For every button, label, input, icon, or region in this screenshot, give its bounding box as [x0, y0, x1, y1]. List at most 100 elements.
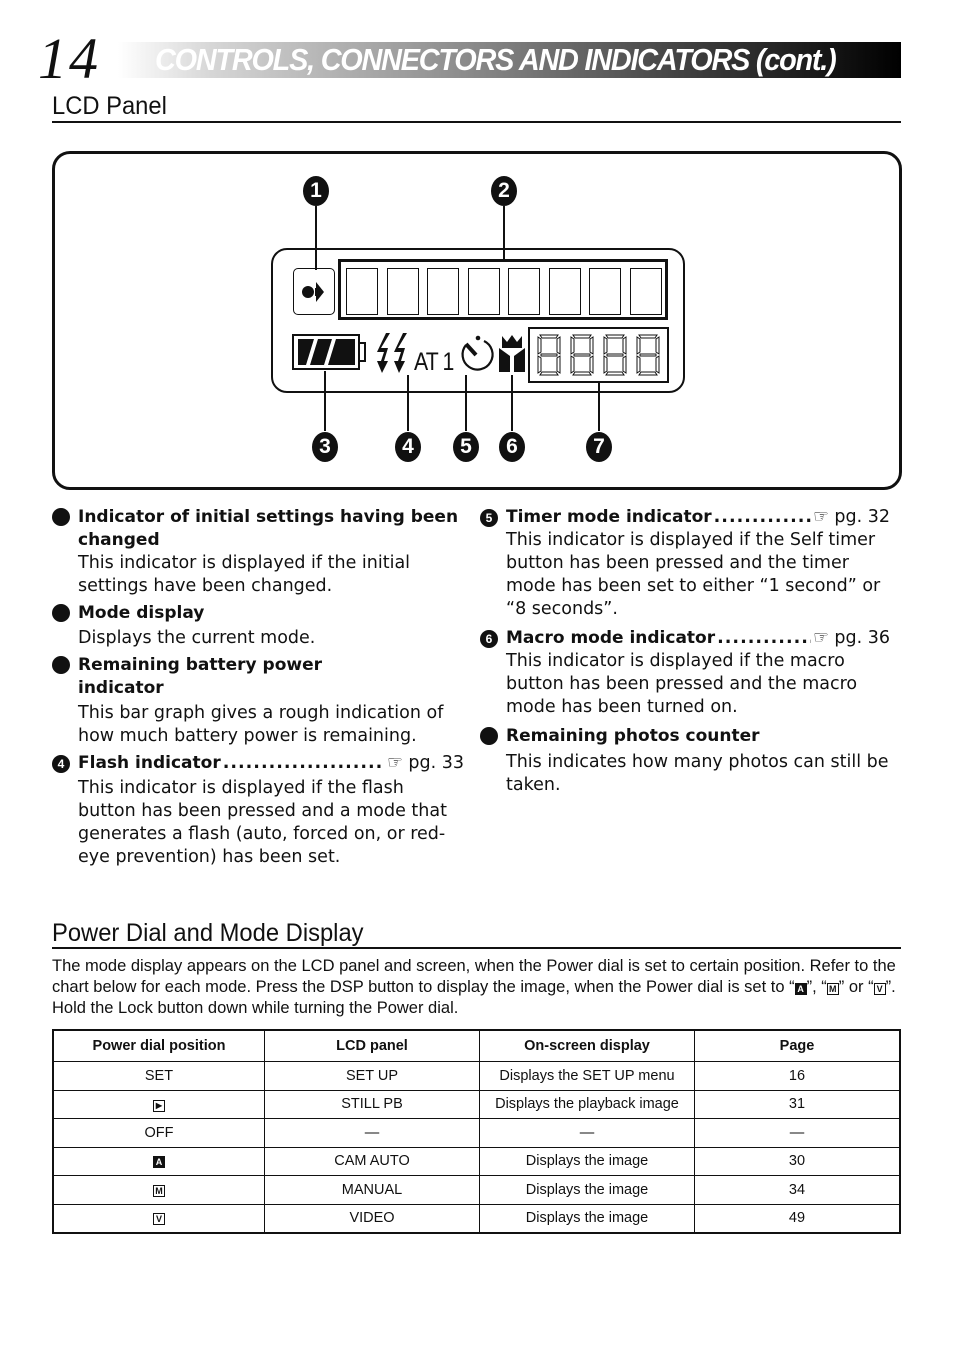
table-row: OFF — — — [52, 1118, 901, 1148]
power-dial-intro: The mode display appears on the LCD pane… [52, 956, 902, 1019]
col-header-osd: On-screen display [479, 1029, 695, 1062]
callout-6: 6 [499, 432, 525, 462]
item-title: Timer mode indicator [506, 507, 712, 527]
page-ref-icon: ☞ [387, 753, 403, 773]
cell-position: A [52, 1146, 265, 1176]
item-number: 2 [45, 604, 70, 622]
mode-display-cell [508, 268, 540, 315]
desc-item-5: 5 Timer mode indicator...................… [480, 506, 890, 621]
cell-position: SET [52, 1061, 265, 1091]
col-header-position: Power dial position [52, 1029, 265, 1062]
tulip-macro-icon [499, 335, 525, 372]
item-text: This indicator is displayed if the flash… [78, 778, 447, 867]
cell-lcd: STILL PB [264, 1089, 480, 1119]
power-heading-rule [52, 947, 901, 949]
item-number: 5 [480, 509, 498, 527]
item-title: Remaining battery power indicator [78, 655, 323, 698]
callout-5: 5 [453, 432, 479, 462]
item-text: This indicator is displayed if the macro… [506, 651, 858, 717]
cell-page: 49 [694, 1203, 901, 1234]
descriptions-right: 5 Timer mode indicator...................… [473, 506, 890, 797]
counter-digit [570, 334, 594, 376]
cell-lcd: MANUAL [264, 1175, 480, 1205]
play-mode-icon: ▶ [153, 1100, 165, 1113]
item-number: 6 [480, 630, 498, 648]
remaining-photos-counter [528, 327, 669, 383]
mode-display-cell [589, 268, 621, 315]
cell-position: OFF [52, 1118, 265, 1148]
item-title: Remaining photos counter [506, 726, 760, 746]
callout-1-leader [315, 206, 317, 270]
item-number: 3 [45, 656, 70, 674]
table-row: M MANUAL Displays the image 34 [52, 1175, 901, 1205]
cell-lcd: — [264, 1118, 480, 1148]
cell-page: 31 [694, 1089, 901, 1119]
item-text: This indicates how many photos can still… [506, 752, 889, 795]
callout-3: 3 [312, 432, 338, 462]
item-text: Displays the current mode. [78, 628, 316, 648]
battery-icon [292, 334, 360, 370]
callout-7-leader [598, 383, 600, 431]
col-header-page: Page [694, 1029, 901, 1062]
manual-mode-icon: M [153, 1184, 165, 1197]
self-timer-icon [461, 335, 494, 371]
callout-7: 7 [586, 432, 612, 462]
cell-osd: Displays the image [479, 1203, 695, 1234]
initial-settings-indicator [293, 268, 335, 315]
cell-osd: Displays the SET UP menu [479, 1061, 695, 1091]
mode-display-cell [467, 268, 500, 315]
cell-lcd: CAM AUTO [264, 1146, 480, 1176]
mode-display-cell [548, 268, 581, 315]
item-text: This indicator is displayed if the initi… [78, 553, 411, 596]
desc-item-7: 7 Remaining photos counter This indicates… [473, 725, 890, 797]
cell-page: 34 [694, 1175, 901, 1205]
cell-page: 16 [694, 1061, 901, 1091]
cell-osd: — [479, 1118, 695, 1148]
table-row: V VIDEO Displays the image 49 [52, 1203, 901, 1234]
page-ref[interactable]: pg. 36 [834, 627, 890, 650]
battery-tip [359, 342, 366, 362]
page-ref[interactable]: pg. 33 [408, 752, 464, 775]
callout-4-leader [407, 375, 409, 431]
intro-text: The mode display appears on the LCD pane… [52, 957, 896, 996]
leader-dots: ........................................… [713, 507, 812, 527]
table-row: A CAM AUTO Displays the image 30 [52, 1146, 901, 1176]
cell-position: M [52, 1175, 265, 1205]
counter-digit [636, 334, 660, 376]
counter-digit [603, 334, 627, 376]
item-number: 4 [52, 755, 70, 773]
callout-2-leader [503, 206, 505, 260]
page-ref[interactable]: pg. 32 [834, 506, 890, 529]
table-row: SET SET UP Displays the SET UP menu 16 [52, 1061, 901, 1091]
callout-6-leader [511, 375, 513, 431]
mode-display-cell [629, 268, 662, 315]
flash-mode-label: AT 1 [414, 348, 454, 376]
cell-page: 30 [694, 1146, 901, 1176]
leader-dots: ........................................… [222, 753, 385, 773]
descriptions-left: 1 Indicator of initial settings having be… [45, 506, 464, 869]
desc-item-3: 3 Remaining battery power indicator This … [45, 654, 464, 748]
item-text: This bar graph gives a rough indication … [78, 703, 444, 746]
desc-item-1: 1 Indicator of initial settings having be… [45, 506, 464, 598]
page-ref-icon: ☞ [813, 507, 829, 527]
cell-osd: Displays the image [479, 1175, 695, 1205]
item-title: Indicator of initial settings having bee… [78, 507, 459, 550]
item-number: 1 [45, 508, 70, 526]
desc-item-4: 4 Flash indicator........................… [52, 752, 464, 869]
page-title: CONTROLS, CONNECTORS AND INDICATORS (con… [155, 42, 837, 77]
cell-position: ▶ [52, 1089, 265, 1119]
intro-text: ”, “ [806, 978, 827, 996]
power-dial-table: Power dial position LCD panel On-screen … [52, 1029, 901, 1234]
desc-item-6: 6 Macro mode indicator...................… [480, 627, 890, 719]
cell-position: V [52, 1203, 265, 1234]
auto-mode-icon: A [153, 1156, 165, 1169]
page-number: 14 [38, 26, 100, 91]
cell-osd: Displays the image [479, 1146, 695, 1176]
table-header-row: Power dial position LCD panel On-screen … [52, 1029, 901, 1062]
col-header-lcd: LCD panel [264, 1029, 480, 1062]
page-ref-icon: ☞ [813, 628, 829, 648]
cell-osd: Displays the playback image [479, 1089, 695, 1119]
callout-5-leader [465, 375, 467, 431]
mode-display-cell [386, 268, 419, 315]
counter-digit [537, 334, 561, 376]
